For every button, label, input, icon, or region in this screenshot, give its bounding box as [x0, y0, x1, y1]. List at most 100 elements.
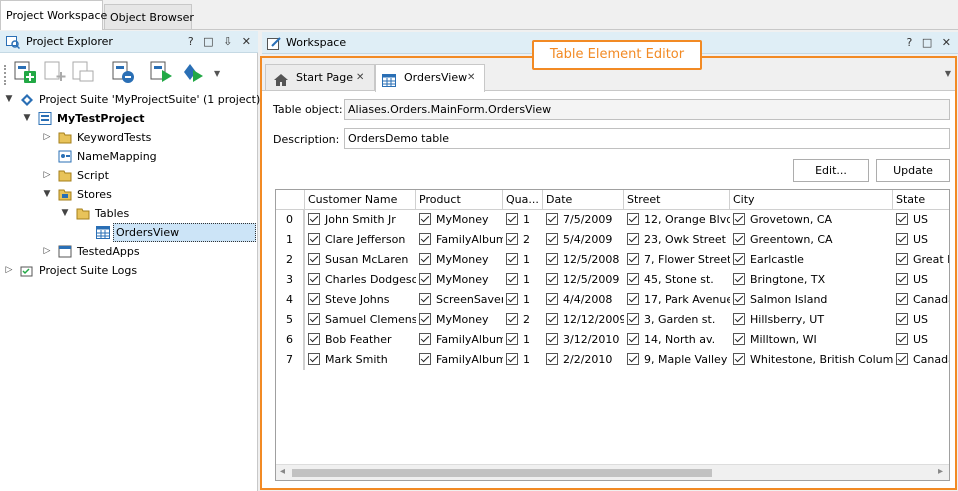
checkbox-icon[interactable] [627, 233, 639, 245]
table-cell[interactable]: 14, North av. [624, 330, 730, 350]
tree-item-project-suite[interactable]: ▼ Project Suite 'MyProjectSuite' (1 proj… [4, 90, 260, 109]
tree-item-tables[interactable]: ▼ Tables [60, 204, 254, 223]
table-cell[interactable]: Whitestone, British Columbia [730, 350, 893, 370]
expander-icon[interactable]: ▼ [4, 90, 14, 109]
table-cell[interactable]: Clare Jefferson [305, 230, 416, 250]
close-icon[interactable]: ✕ [356, 65, 364, 91]
checkbox-icon[interactable] [896, 333, 908, 345]
row-number[interactable]: 5 [276, 310, 304, 330]
checkbox-icon[interactable] [546, 293, 558, 305]
close-icon[interactable]: ✕ [467, 65, 475, 91]
row-number[interactable]: 2 [276, 250, 304, 270]
table-cell[interactable]: Great Br [893, 250, 949, 270]
checkbox-icon[interactable] [506, 213, 518, 225]
table-cell[interactable]: FamilyAlbum [416, 350, 503, 370]
checkbox-icon[interactable] [627, 293, 639, 305]
table-cell[interactable]: Susan McLaren [305, 250, 416, 270]
checkbox-icon[interactable] [308, 213, 320, 225]
table-cell[interactable]: 1 [503, 290, 543, 310]
table-cell[interactable]: Bringtone, TX [730, 270, 893, 290]
checkbox-icon[interactable] [546, 253, 558, 265]
checkbox-icon[interactable] [733, 253, 745, 265]
checkbox-icon[interactable] [506, 333, 518, 345]
checkbox-icon[interactable] [506, 293, 518, 305]
checkbox-icon[interactable] [896, 313, 908, 325]
checkbox-icon[interactable] [308, 273, 320, 285]
update-button[interactable]: Update [876, 159, 950, 182]
table-cell[interactable]: 23, Owk Street [624, 230, 730, 250]
checkbox-icon[interactable] [506, 233, 518, 245]
table-cell[interactable]: 9, Maple Valley [624, 350, 730, 370]
table-cell[interactable]: Grovetown, CA [730, 210, 893, 230]
checkbox-icon[interactable] [546, 333, 558, 345]
column-header[interactable]: City [730, 190, 893, 210]
row-number[interactable]: 1 [276, 230, 304, 250]
expander-icon[interactable]: ▷ [42, 166, 52, 185]
explorer-header-buttons[interactable]: ? □ ⇩ ✕ [188, 31, 254, 53]
checkbox-icon[interactable] [546, 353, 558, 365]
checkbox-icon[interactable] [419, 353, 431, 365]
checkbox-icon[interactable] [419, 333, 431, 345]
table-cell[interactable]: Bob Feather [305, 330, 416, 350]
table-cell[interactable]: MyMoney [416, 270, 503, 290]
checkbox-icon[interactable] [419, 213, 431, 225]
tree-item-mytestproject[interactable]: ▼ MyTestProject [22, 109, 254, 128]
table-cell[interactable]: 3/12/2010 [543, 330, 624, 350]
checkbox-icon[interactable] [733, 313, 745, 325]
expander-icon[interactable]: ▼ [42, 185, 52, 204]
table-cell[interactable]: 2 [503, 310, 543, 330]
table-cell[interactable]: Samuel Clemens [305, 310, 416, 330]
remove-item-button[interactable] [110, 59, 136, 85]
table-cell[interactable]: 2/2/2010 [543, 350, 624, 370]
checkbox-icon[interactable] [308, 353, 320, 365]
column-header[interactable]: Qua... [503, 190, 543, 210]
table-cell[interactable]: US [893, 310, 949, 330]
checkbox-icon[interactable] [627, 333, 639, 345]
column-header[interactable]: State [893, 190, 949, 210]
checkbox-icon[interactable] [896, 253, 908, 265]
table-cell[interactable]: MyMoney [416, 310, 503, 330]
checkbox-icon[interactable] [627, 313, 639, 325]
checkbox-icon[interactable] [733, 293, 745, 305]
checkbox-icon[interactable] [896, 353, 908, 365]
table-cell[interactable]: 7, Flower Street [624, 250, 730, 270]
checkbox-icon[interactable] [308, 313, 320, 325]
checkbox-icon[interactable] [896, 233, 908, 245]
checkbox-icon[interactable] [308, 293, 320, 305]
row-number[interactable]: 4 [276, 290, 304, 310]
table-cell[interactable]: ScreenSaver [416, 290, 503, 310]
expander-icon[interactable]: ▼ [60, 204, 70, 223]
table-cell[interactable]: US [893, 210, 949, 230]
run-suite-button[interactable] [180, 59, 206, 85]
table-cell[interactable]: 5/4/2009 [543, 230, 624, 250]
checkbox-icon[interactable] [546, 213, 558, 225]
tab-ordersview[interactable]: OrdersView ✕ [375, 64, 485, 92]
table-cell[interactable]: 17, Park Avenue [624, 290, 730, 310]
edit-button[interactable]: Edit... [793, 159, 869, 182]
add-existing-item-button[interactable] [70, 59, 96, 85]
tree-item-namemapping[interactable]: NameMapping [42, 147, 254, 166]
checkbox-icon[interactable] [627, 213, 639, 225]
horizontal-scrollbar[interactable]: ◂ ▸ [276, 464, 949, 480]
checkbox-icon[interactable] [896, 273, 908, 285]
checkbox-icon[interactable] [627, 273, 639, 285]
table-cell[interactable]: 3, Garden st. [624, 310, 730, 330]
checkbox-icon[interactable] [419, 233, 431, 245]
checkbox-icon[interactable] [733, 233, 745, 245]
table-cell[interactable]: 1 [503, 330, 543, 350]
row-number[interactable]: 7 [276, 350, 304, 370]
checkbox-icon[interactable] [506, 353, 518, 365]
run-project-button[interactable] [148, 59, 174, 85]
tab-list-dropdown-icon[interactable]: ▼ [945, 69, 951, 78]
table-cell[interactable]: US [893, 270, 949, 290]
table-cell[interactable]: 1 [503, 270, 543, 290]
tree-item-ordersview[interactable]: OrdersView [80, 223, 256, 242]
table-cell[interactable]: Milltown, WI [730, 330, 893, 350]
table-cell[interactable]: 12/12/2009 [543, 310, 624, 330]
expander-icon[interactable]: ▷ [4, 261, 14, 280]
checkbox-icon[interactable] [308, 333, 320, 345]
table-cell[interactable]: 4/4/2008 [543, 290, 624, 310]
checkbox-icon[interactable] [308, 253, 320, 265]
table-cell[interactable]: 2 [503, 230, 543, 250]
tree-item-script[interactable]: ▷ Script [42, 166, 254, 185]
